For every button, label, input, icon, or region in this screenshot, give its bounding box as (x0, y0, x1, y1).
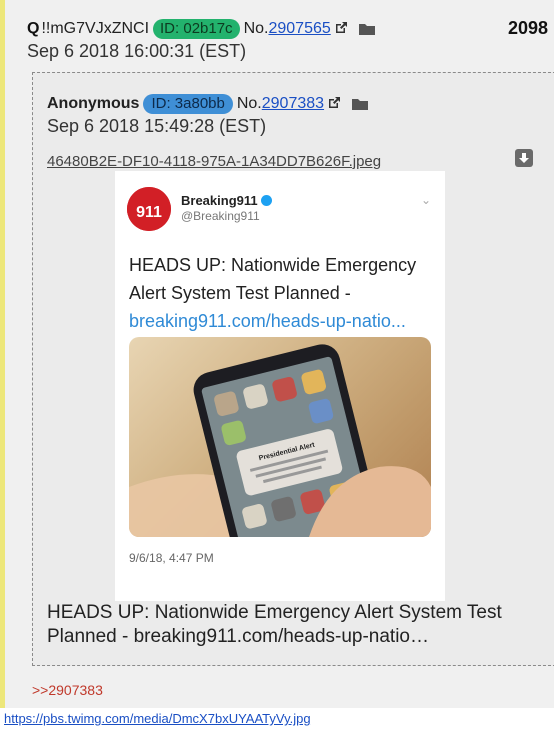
quoted-caption: HEADS UP: Nationwide Emergency Alert Sys… (47, 602, 502, 647)
post-header: Q !!mG7VJxZNCI ID: 02b17c No. 2907565 20… (27, 18, 554, 62)
quoted-number-label: No. (236, 95, 262, 112)
breaking911-logo-icon: 911 (127, 187, 171, 231)
download-icon[interactable] (515, 149, 533, 167)
q-post: Q !!mG7VJxZNCI ID: 02b17c No. 2907565 20… (0, 0, 554, 708)
tripcode: !!mG7VJxZNCI (41, 20, 150, 37)
verified-badge-icon (260, 195, 272, 206)
quoted-date: Sep 6 2018 15:49:28 (EST) (47, 116, 267, 136)
chevron-down-icon: ⌄ (420, 193, 431, 207)
folder-icon[interactable] (358, 22, 376, 36)
external-link-icon[interactable] (327, 96, 341, 110)
folder-icon[interactable] (351, 97, 369, 111)
quoted-post: Anonymous ID: 3a80bb No. 2907383 Sep 6 2… (32, 72, 554, 666)
attachment-filename-link[interactable]: 46480B2E-DF10-4118-975A-1A34DD7B626F.jpe… (47, 153, 381, 170)
tweet-display-name: Breaking911 (181, 193, 272, 208)
quoted-number-link[interactable]: 2907383 (262, 95, 324, 113)
tweet-handle: @Breaking911 (181, 209, 260, 223)
poster-id-badge[interactable]: ID: 02b17c (153, 19, 240, 39)
poster-name: Q (27, 20, 40, 37)
post-number-link[interactable]: 2907565 (268, 20, 330, 38)
quoted-poster-name: Anonymous (47, 95, 140, 112)
tweet-timestamp: 9/6/18, 4:47 PM (129, 551, 214, 565)
tweet-link: breaking911.com/heads-up-natio... (129, 311, 406, 331)
quoted-post-header: Anonymous ID: 3a80bb No. 2907383 Sep 6 2… (47, 93, 545, 137)
phone-alert-photo: Presidential Alert (129, 337, 431, 537)
external-link-icon[interactable] (334, 21, 348, 35)
reply-backlink[interactable]: >>2907383 (32, 682, 103, 698)
media-url-link[interactable]: https://pbs.twimg.com/media/DmcX7bxUYAAT… (4, 711, 311, 726)
svg-text:911: 911 (136, 204, 162, 221)
attached-tweet-image[interactable]: 911 Breaking911 @Breaking911 ⌄ HEADS UP:… (115, 171, 445, 601)
post-date: Sep 6 2018 16:00:31 (EST) (27, 41, 247, 61)
post-number-label: No. (243, 20, 269, 37)
quoted-id-badge[interactable]: ID: 3a80bb (143, 94, 233, 114)
post-count: 2098 (507, 18, 548, 38)
tweet-text: HEADS UP: Nationwide Emergency Alert Sys… (129, 255, 417, 331)
